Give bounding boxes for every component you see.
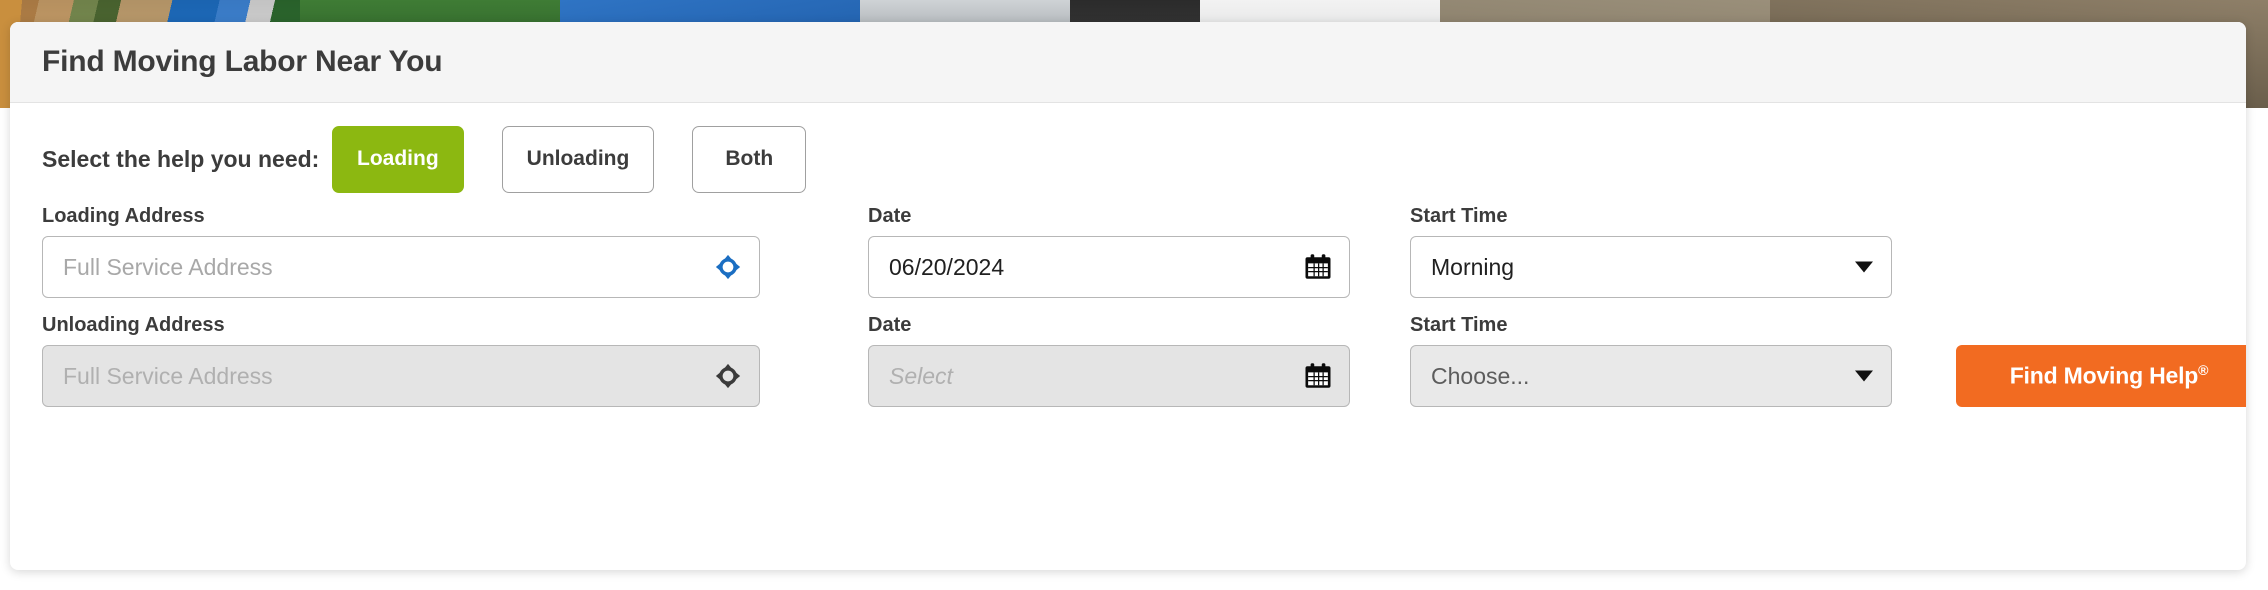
chevron-down-icon[interactable] — [1855, 261, 1873, 273]
help-option-unloading[interactable]: Unloading — [501, 125, 655, 193]
help-option-loading[interactable]: Loading — [332, 125, 464, 193]
unloading-date-placeholder: Select — [889, 362, 953, 389]
help-type-selector: Select the help you need: Loading Unload… — [42, 103, 2214, 205]
unloading-date-label: Date — [868, 314, 912, 336]
unloading-address-input[interactable]: Full Service Address — [42, 345, 760, 407]
unloading-start-time-label: Start Time — [1410, 314, 1508, 336]
card-header: Find Moving Labor Near You — [10, 22, 2246, 103]
unloading-start-time-select[interactable]: Choose... — [1410, 345, 1892, 407]
loading-start-time-label: Start Time — [1410, 205, 1508, 227]
help-type-label: Select the help you need: — [42, 145, 320, 172]
loading-start-time-field: Start Time Morning — [1410, 205, 1892, 314]
registered-trademark-icon: ® — [2198, 362, 2209, 379]
loading-date-input[interactable]: 06/20/2024 — [868, 236, 1350, 298]
loading-address-placeholder: Full Service Address — [63, 253, 273, 280]
unloading-date-field: Date Select — [868, 314, 1350, 423]
page-title: Find Moving Labor Near You — [42, 45, 443, 78]
find-moving-help-button[interactable]: Find Moving Help® — [1956, 345, 2246, 407]
loading-start-time-value: Morning — [1431, 253, 1515, 280]
unloading-address-field: Unloading Address Full Service Address — [42, 314, 760, 423]
loading-date-value: 06/20/2024 — [889, 253, 1005, 280]
loading-start-time-select[interactable]: Morning — [1410, 236, 1892, 298]
grid-gap — [760, 205, 868, 314]
loading-date-label: Date — [868, 205, 912, 227]
card-body: Select the help you need: Loading Unload… — [10, 103, 2246, 423]
calendar-icon[interactable] — [1303, 252, 1333, 282]
moving-labor-search-card: Find Moving Labor Near You Select the he… — [10, 22, 2246, 570]
crosshair-location-icon[interactable] — [713, 252, 743, 282]
grid-gap — [1956, 205, 2246, 314]
submit-cell: Find Moving Help® — [1956, 314, 2246, 423]
grid-gap — [760, 314, 868, 423]
loading-address-field: Loading Address Full Service Address — [42, 205, 760, 314]
grid-gap — [1892, 314, 1956, 423]
unloading-start-time-value: Choose... — [1431, 362, 1530, 389]
crosshair-location-icon[interactable] — [713, 361, 743, 391]
loading-date-field: Date 06/20/2024 — [868, 205, 1350, 314]
calendar-icon[interactable] — [1303, 361, 1333, 391]
unloading-start-time-field: Start Time Choose... — [1410, 314, 1892, 423]
grid-gap — [1892, 205, 1956, 314]
submit-label: Find Moving Help — [2009, 362, 2199, 389]
unloading-date-input[interactable]: Select — [868, 345, 1350, 407]
loading-address-label: Loading Address — [42, 205, 205, 227]
loading-address-input[interactable]: Full Service Address — [42, 236, 760, 298]
booking-fields-grid: Loading Address Full Service Address Dat… — [42, 205, 2246, 423]
unloading-address-placeholder: Full Service Address — [63, 362, 273, 389]
grid-gap — [1350, 314, 1410, 423]
help-option-both[interactable]: Both — [692, 125, 807, 193]
chevron-down-icon[interactable] — [1855, 370, 1873, 382]
unloading-address-label: Unloading Address — [42, 314, 225, 336]
grid-gap — [1350, 205, 1410, 314]
